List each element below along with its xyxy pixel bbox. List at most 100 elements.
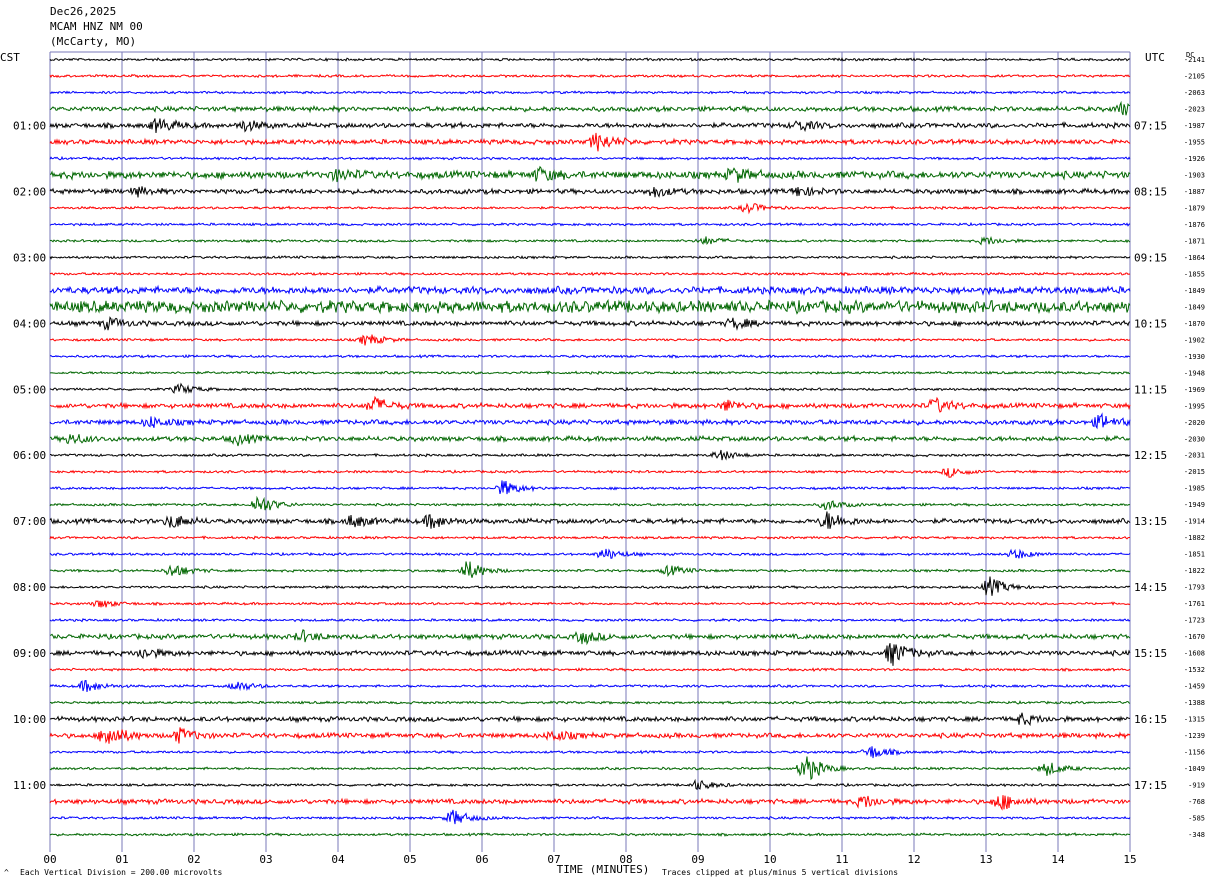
trace-line	[49, 680, 1131, 692]
trace-line	[49, 236, 1131, 246]
dc-offset-label: -1985	[1184, 485, 1205, 493]
left-hour-label: 09:00	[13, 647, 46, 660]
dc-offset-label: -1903	[1184, 171, 1205, 179]
right-hour-label: 07:15	[1134, 119, 1167, 132]
x-tick-label: 14	[1051, 853, 1065, 866]
left-hour-label: 06:00	[13, 449, 46, 462]
trace-line	[49, 221, 1131, 227]
trace-line	[49, 495, 1131, 511]
trace-line	[49, 480, 1131, 495]
trace-line	[49, 700, 1131, 705]
trace-line	[49, 643, 1131, 666]
trace-line	[49, 576, 1131, 596]
dc-offset-label: -1969	[1184, 386, 1205, 394]
dc-offset-label: -1955	[1184, 138, 1205, 146]
trace-line	[49, 629, 1131, 646]
trace-line	[49, 334, 1131, 346]
trace-line	[50, 449, 1131, 461]
dc-offset-label: -2015	[1184, 468, 1205, 476]
dc-offset-label: -1049	[1184, 765, 1205, 773]
dc-offset-label: -1926	[1184, 155, 1205, 163]
left-hour-labels: 01:00 02:00 03:00 04:00 05:00 06:00 07:00 08:00…	[13, 119, 46, 792]
dc-offset-label: -2030	[1184, 435, 1205, 443]
dc-offset-label: -1851	[1184, 551, 1205, 559]
trace-line	[49, 548, 1131, 559]
x-tick-label: 10	[763, 853, 776, 866]
trace-line	[49, 186, 1131, 198]
dc-offset-label: -585	[1188, 815, 1205, 823]
trace-line	[49, 271, 1131, 277]
dc-offset-label: -2141	[1184, 56, 1205, 64]
dc-offset-label: -1948	[1184, 369, 1205, 377]
trace-line	[49, 382, 1131, 395]
left-hour-label: 03:00	[13, 251, 46, 264]
x-tick-label: 02	[187, 853, 200, 866]
dc-offset-label: -1459	[1184, 683, 1205, 691]
dc-offset-label: -2020	[1184, 419, 1205, 427]
dc-offset-label: -1995	[1184, 402, 1205, 410]
x-tick-label: 11	[835, 853, 848, 866]
trace-line	[49, 795, 1131, 811]
right-hour-label: 15:15	[1134, 647, 1167, 660]
scale-note: Each Vertical Division = 200.00 microvol…	[20, 868, 223, 877]
helicorder-plot: CST UTC DC 01:0002:0003:0004:0005:0006:0…	[0, 51, 1205, 876]
dc-offset-label: -1879	[1184, 204, 1205, 212]
right-hour-label: 12:15	[1134, 449, 1167, 462]
trace-line	[49, 353, 1131, 359]
trace-line	[49, 73, 1131, 79]
trace-line	[49, 299, 1131, 315]
x-tick-label: 06	[475, 853, 488, 866]
trace-line	[49, 100, 1131, 116]
trace-line	[49, 118, 1131, 134]
dc-offset-label: -2105	[1184, 72, 1205, 80]
x-tick-label: 03	[259, 853, 272, 866]
trace-line	[49, 561, 1131, 578]
trace-line	[49, 746, 1131, 759]
dc-offset-label: -2031	[1184, 452, 1205, 460]
trace-line	[49, 667, 1131, 673]
dc-offset-label: -768	[1188, 798, 1205, 806]
trace-line	[49, 511, 1131, 529]
trace-line	[49, 316, 1131, 331]
trace-line	[49, 370, 1131, 376]
dc-offset-label: -919	[1188, 782, 1205, 790]
left-hour-label: 10:00	[13, 713, 46, 726]
left-hour-label: 08:00	[13, 581, 46, 594]
trace-line	[49, 617, 1131, 623]
dc-offset-label: -1156	[1184, 749, 1205, 757]
dc-offset-label: -1855	[1184, 270, 1205, 278]
trace-line	[49, 412, 1131, 430]
right-hour-label: 13:15	[1134, 515, 1167, 528]
trace-line	[49, 832, 1131, 837]
dc-offset-label: -1849	[1184, 287, 1205, 295]
x-tick-label: 13	[979, 853, 992, 866]
trace-line	[49, 255, 1131, 260]
dc-offset-label: -1949	[1184, 501, 1205, 509]
dc-offset-label: -1670	[1184, 633, 1205, 641]
dc-offset-label: -1822	[1184, 567, 1205, 575]
dc-offset-label: -1761	[1184, 600, 1205, 608]
trace-line	[49, 778, 1131, 791]
trace-line	[49, 756, 1131, 781]
dc-offset-label: -1849	[1184, 303, 1205, 311]
dc-offset-label: -1887	[1184, 188, 1205, 196]
x-tick-label: 09	[691, 853, 704, 866]
dc-offset-label: -1987	[1184, 122, 1205, 130]
x-axis-title: TIME (MINUTES)	[557, 863, 650, 876]
left-timezone-label: CST	[0, 51, 20, 64]
left-hour-label: 04:00	[13, 317, 46, 330]
dc-offset-label: -1871	[1184, 237, 1205, 245]
trace-line	[49, 155, 1131, 161]
left-hour-label: 11:00	[13, 779, 46, 792]
trace-line	[49, 90, 1131, 95]
x-tick-label: 04	[331, 853, 345, 866]
trace-line	[49, 809, 1131, 825]
dc-offset-label: -348	[1188, 831, 1205, 839]
dc-offset-label: -1723	[1184, 617, 1205, 625]
dc-offset-label: -2023	[1184, 105, 1205, 113]
trace-line	[49, 284, 1131, 297]
trace-line	[49, 395, 1131, 413]
x-tick-label: 15	[1123, 853, 1136, 866]
dc-offset-label: -1914	[1184, 518, 1205, 526]
trace-line	[49, 434, 1131, 447]
